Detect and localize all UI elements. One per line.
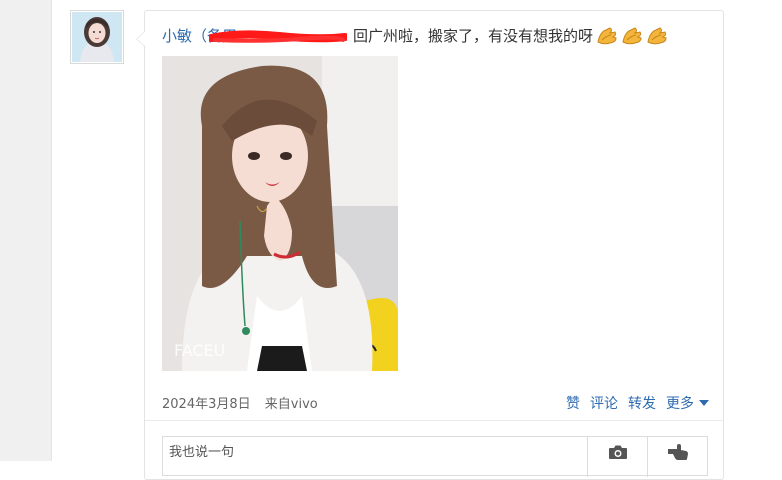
chevron-down-icon bbox=[699, 400, 709, 406]
comment-box bbox=[162, 436, 708, 477]
send-button[interactable] bbox=[647, 437, 707, 477]
praying-hands-emoji-icon bbox=[596, 26, 618, 46]
photo-watermark: FACEU bbox=[174, 341, 225, 360]
post-photo[interactable]: FACEU bbox=[162, 56, 398, 371]
share-button[interactable]: 转发 bbox=[628, 393, 656, 413]
feed-post-card: 小敏（备用 回广州啦，搬家了，有没有想我的呀 FACEU 2024年3月8日 来… bbox=[136, 10, 724, 480]
post-meta: 2024年3月8日 来自vivo bbox=[162, 393, 318, 412]
avatar-image bbox=[72, 12, 122, 62]
hand-pointer-icon bbox=[667, 444, 688, 460]
redaction-scribble bbox=[209, 30, 348, 44]
left-sidebar-gutter bbox=[0, 0, 52, 461]
post-source: 来自vivo bbox=[264, 397, 318, 412]
praying-hands-emoji-icon bbox=[646, 26, 668, 46]
more-button[interactable]: 更多 bbox=[666, 393, 709, 413]
more-label: 更多 bbox=[666, 396, 694, 412]
comment-button[interactable]: 评论 bbox=[590, 393, 618, 413]
praying-hands-emoji-icon bbox=[621, 26, 643, 46]
avatar[interactable] bbox=[70, 10, 124, 64]
photo-upload-button[interactable] bbox=[587, 437, 647, 477]
post-date: 2024年3月8日 bbox=[162, 397, 251, 412]
post-text-line: 小敏（备用 回广州啦，搬家了，有没有想我的呀 bbox=[162, 25, 668, 47]
comment-input[interactable] bbox=[163, 437, 587, 467]
divider bbox=[145, 420, 723, 421]
post-text: 回广州啦，搬家了，有没有想我的呀 bbox=[353, 27, 594, 45]
like-button[interactable]: 赞 bbox=[566, 393, 580, 413]
post-actions: 赞 评论 转发 更多 bbox=[556, 393, 709, 413]
camera-icon bbox=[608, 445, 627, 459]
